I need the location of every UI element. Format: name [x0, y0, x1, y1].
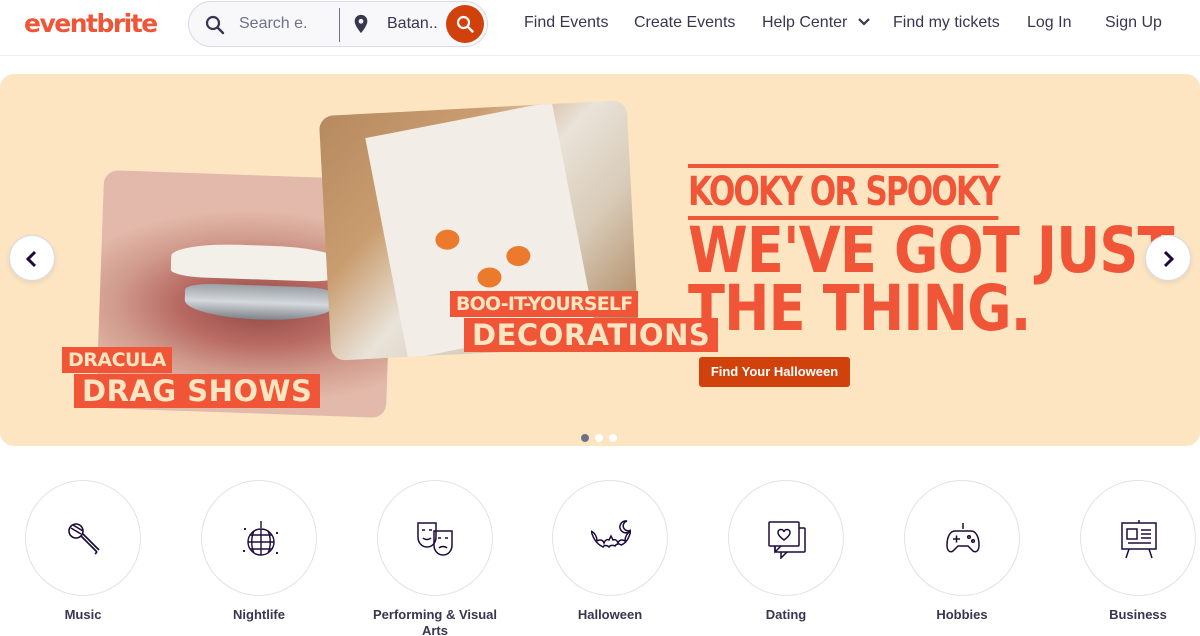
carousel-pagination: [581, 429, 623, 442]
category-performing-visual-arts[interactable]: Performing & Visual Arts: [373, 480, 497, 636]
carousel-next-button[interactable]: [1145, 235, 1191, 281]
category-label: Dating: [765, 607, 807, 622]
find-your-halloween-button[interactable]: Find Your Halloween: [699, 357, 850, 387]
carousel-dot[interactable]: [595, 434, 603, 442]
search-icon: [456, 15, 474, 33]
category-business[interactable]: Business: [1080, 480, 1196, 623]
dracula-label: DRACULA: [62, 347, 172, 373]
category-circle: [904, 480, 1020, 596]
carousel-dot[interactable]: [609, 434, 617, 442]
chevron-down-icon: [858, 18, 870, 26]
presentation-board-icon: [1121, 520, 1157, 559]
nav-find-events[interactable]: Find Events: [524, 14, 608, 32]
microphone-icon: [68, 523, 100, 555]
category-label: Performing & Visual Arts: [372, 607, 497, 636]
nav-sign-up[interactable]: Sign Up: [1105, 14, 1162, 32]
category-label: Nightlife: [233, 607, 285, 622]
carousel-dot[interactable]: [581, 434, 589, 442]
nav-create-events[interactable]: Create Events: [634, 14, 735, 32]
nav-find-my-tickets[interactable]: Find my tickets: [893, 14, 1000, 32]
gamepad-icon: [946, 523, 980, 553]
search-divider: [339, 8, 340, 42]
category-dating[interactable]: Dating: [728, 480, 844, 623]
top-navigation-bar: eventbrite Search e... Batan... Find Eve…: [0, 0, 1200, 56]
category-circle: [377, 480, 493, 596]
search-submit-button[interactable]: [446, 5, 484, 43]
nav-log-in[interactable]: Log In: [1027, 14, 1071, 32]
help-center-label: Help Center: [762, 14, 848, 31]
heart-chat-icon: [768, 521, 806, 559]
category-circle: [25, 480, 141, 596]
decorations-label: DECORATIONS: [464, 318, 719, 352]
drag-shows-label: DRAG SHOWS: [74, 374, 321, 408]
hero-headline-line2: THE THING.: [688, 272, 1031, 345]
category-music[interactable]: Music: [25, 480, 141, 623]
photo-grill: [184, 282, 336, 323]
eventbrite-logo[interactable]: eventbrite: [24, 9, 158, 38]
hero-kicker: KOOKY OR SPOOKY: [688, 164, 1001, 220]
category-circle: [1080, 480, 1196, 596]
category-circle: [728, 480, 844, 596]
category-halloween[interactable]: Halloween: [552, 480, 668, 623]
hero-headline: WE'VE GOT JUST THE THING.: [688, 219, 1174, 345]
category-circle: [552, 480, 668, 596]
location-input[interactable]: Batan...: [387, 15, 439, 33]
location-pin-icon: [354, 14, 368, 34]
category-label: Halloween: [577, 607, 643, 622]
category-label: Music: [64, 607, 102, 622]
category-label: Hobbies: [936, 607, 988, 622]
search-icon: [205, 15, 225, 35]
category-hobbies[interactable]: Hobbies: [904, 480, 1020, 623]
photo-teeth: [170, 242, 342, 283]
nav-help-center[interactable]: Help Center: [762, 14, 870, 32]
category-nightlife[interactable]: Nightlife: [201, 480, 317, 623]
category-label: Business: [1109, 607, 1167, 622]
search-events-input[interactable]: Search e...: [239, 15, 309, 33]
boo-it-yourself-label: BOO-IT-YOURSELF: [450, 291, 639, 317]
bat-moon-icon: [591, 520, 631, 549]
theater-masks-icon: [417, 522, 453, 556]
hero-carousel: DRACULA DRAG SHOWS BOO-IT-YOURSELF DECOR…: [0, 74, 1200, 446]
carousel-prev-button[interactable]: [9, 235, 55, 281]
chevron-right-icon: [1163, 250, 1175, 268]
category-circle: [201, 480, 317, 596]
disco-ball-icon: [243, 521, 278, 556]
chevron-left-icon: [25, 250, 37, 268]
search-bar: Search e... Batan...: [188, 1, 488, 47]
